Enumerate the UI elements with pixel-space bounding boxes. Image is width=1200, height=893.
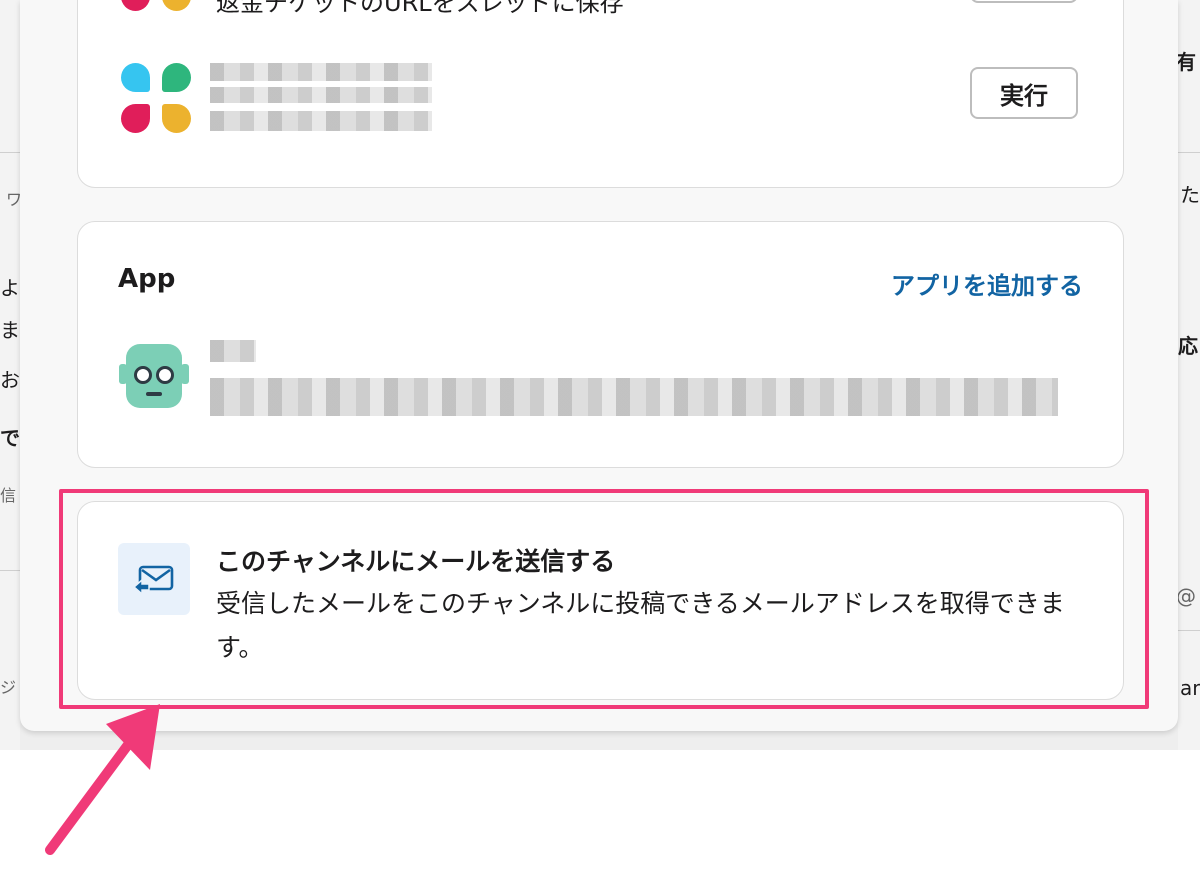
divider <box>1178 630 1200 631</box>
bg-text-fragment: た <box>1180 183 1200 207</box>
divider <box>0 152 20 153</box>
redacted-app-name <box>210 340 256 362</box>
divider <box>1178 152 1200 153</box>
divider <box>0 570 20 571</box>
slack-logo-icon <box>121 63 191 133</box>
run-button[interactable]: 実行 <box>970 67 1078 119</box>
bg-text-fragment: ジ <box>0 678 17 697</box>
add-app-link[interactable]: アプリを追加する <box>891 266 1083 301</box>
bg-text-fragment: ま <box>0 318 20 342</box>
redacted-text <box>210 87 432 103</box>
redacted-app-description <box>210 378 1058 416</box>
slack-logo-icon <box>121 0 191 11</box>
bg-text-fragment: 有 <box>1176 50 1196 74</box>
section-heading: App <box>118 264 176 294</box>
background-right-pane <box>1178 0 1200 750</box>
highlight-box <box>59 489 1149 709</box>
robot-icon <box>118 340 190 412</box>
run-button[interactable] <box>970 0 1078 3</box>
pointer-arrow-icon <box>45 704 160 855</box>
bg-text-fragment: 信 <box>0 486 17 505</box>
workflow-card: 返金チケットのURLをスレッドに保存 実行 <box>77 0 1124 188</box>
redacted-text <box>210 111 432 131</box>
bg-text-fragment: よ <box>0 276 20 300</box>
bg-text-fragment: 応 <box>1178 334 1198 358</box>
bg-text-fragment: お <box>0 368 20 392</box>
bg-text-fragment: で <box>0 426 20 450</box>
workflow-title: 返金チケットのURLをスレッドに保存 <box>216 0 624 17</box>
bg-text-fragment: an <box>1180 676 1200 700</box>
bg-text-fragment: @ <box>1176 584 1196 608</box>
redacted-text <box>210 63 432 81</box>
app-card: App アプリを追加する <box>77 221 1124 468</box>
